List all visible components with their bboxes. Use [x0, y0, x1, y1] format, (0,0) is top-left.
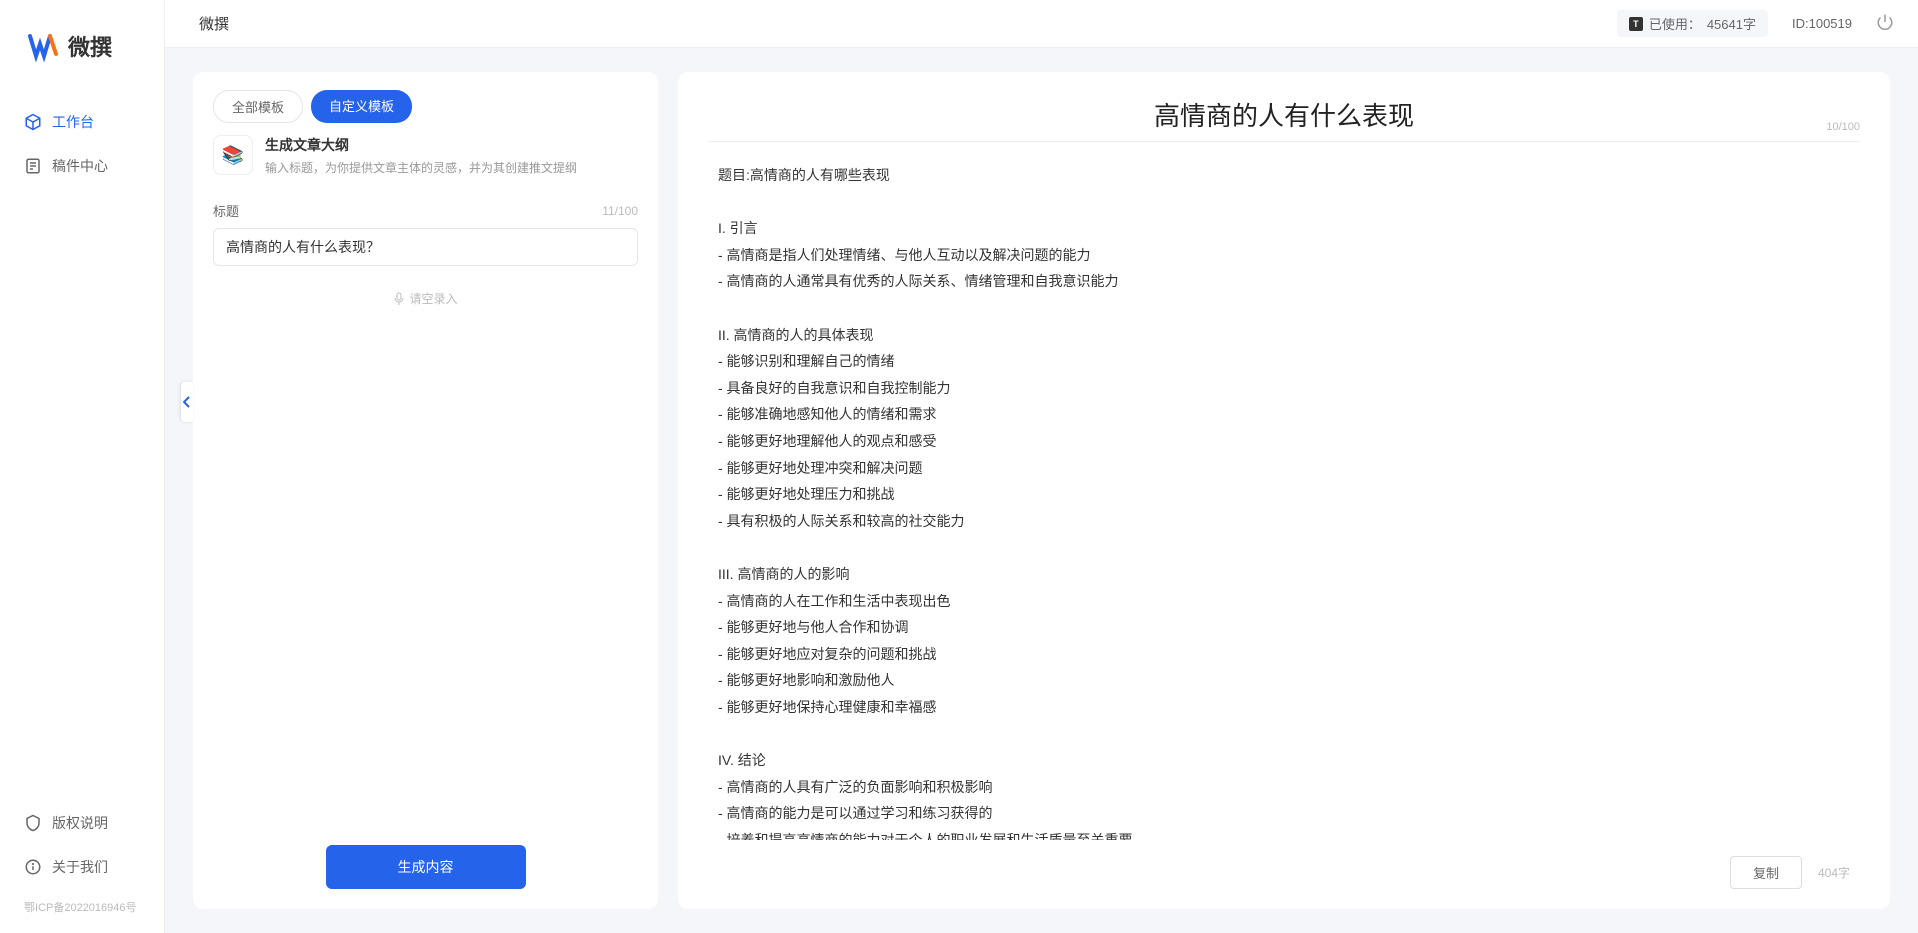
- output-title: 高情商的人有什么表现: [748, 96, 1820, 133]
- template-title: 生成文章大纲: [265, 135, 638, 155]
- tab-custom-template[interactable]: 自定义模板: [311, 90, 412, 123]
- logo-text: 微撰: [68, 30, 112, 62]
- template-icon: 📚: [213, 135, 253, 175]
- form-counter: 11/100: [602, 204, 638, 218]
- logo: 微撰: [0, 0, 164, 102]
- logo-icon: [28, 30, 60, 62]
- nav-label: 稿件中心: [52, 156, 108, 176]
- output-body: 题目:高情商的人有哪些表现 I. 引言 - 高情商是指人们处理情绪、与他人互动以…: [678, 142, 1890, 840]
- generate-button[interactable]: 生成内容: [326, 845, 526, 889]
- nav-about[interactable]: 关于我们: [12, 847, 152, 887]
- word-count: 404字: [1818, 864, 1850, 881]
- info-icon: [24, 858, 42, 876]
- usage-value: 45641字: [1707, 14, 1756, 33]
- nav-label: 关于我们: [52, 857, 108, 877]
- copy-button[interactable]: 复制: [1730, 856, 1802, 889]
- bottom-nav: 版权说明 关于我们 鄂ICP备2022016946号: [0, 803, 164, 933]
- sidebar: 微撰 工作台 稿件中心 版权说明: [0, 0, 165, 933]
- microphone-icon: [393, 292, 405, 306]
- tab-all-templates[interactable]: 全部模板: [213, 90, 303, 123]
- nav-documents[interactable]: 稿件中心: [12, 146, 152, 186]
- right-panel: 高情商的人有什么表现 10/100 题目:高情商的人有哪些表现 I. 引言 - …: [678, 72, 1890, 909]
- power-icon[interactable]: [1876, 13, 1894, 34]
- template-card: 📚 生成文章大纲 输入标题，为你提供文章主体的灵感，并为其创建推文提纲: [193, 135, 658, 193]
- usage-badge: T 已使用： 45641字: [1617, 10, 1768, 37]
- header-title: 微撰: [189, 13, 229, 34]
- shield-icon: [24, 814, 42, 832]
- nav-label: 工作台: [52, 112, 94, 132]
- cube-icon: [24, 113, 42, 131]
- document-icon: [24, 157, 42, 175]
- voice-input-hint[interactable]: 请空录入: [193, 274, 658, 323]
- main-nav: 工作台 稿件中心: [0, 102, 164, 803]
- header: 微撰 T 已使用： 45641字 ID:100519: [165, 0, 1918, 48]
- template-desc: 输入标题，为你提供文章主体的灵感，并为其创建推文提纲: [265, 159, 638, 177]
- user-id: ID:100519: [1792, 16, 1852, 31]
- usage-label: 已使用：: [1649, 14, 1701, 33]
- nav-workspace[interactable]: 工作台: [12, 102, 152, 142]
- left-panel: 全部模板 自定义模板 📚 生成文章大纲 输入标题，为你提供文章主体的灵感，并为其…: [193, 72, 658, 909]
- nav-label: 版权说明: [52, 813, 108, 833]
- collapse-handle[interactable]: [181, 382, 193, 422]
- form-label-title: 标题: [213, 201, 239, 220]
- text-icon: T: [1629, 17, 1643, 31]
- title-input[interactable]: [213, 228, 638, 266]
- nav-copyright[interactable]: 版权说明: [12, 803, 152, 843]
- output-title-counter: 10/100: [1826, 121, 1860, 133]
- template-tabs: 全部模板 自定义模板: [193, 72, 658, 135]
- icp-footer: 鄂ICP备2022016946号: [12, 891, 152, 923]
